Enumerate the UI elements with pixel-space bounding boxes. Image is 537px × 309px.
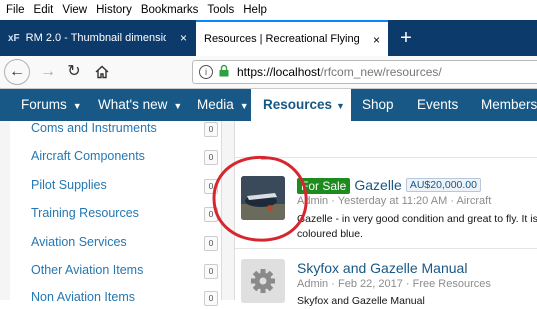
url-bar[interactable]: i https://localhost/rfcom_new/resources/ <box>192 60 537 84</box>
resource-thumbnail[interactable] <box>241 259 285 303</box>
nav-events[interactable]: Events <box>417 89 458 121</box>
menu-tools[interactable]: Tools <box>201 4 237 16</box>
tab-strip: xF RM 2.0 - Thumbnail dimension × Resour… <box>0 20 537 56</box>
nav-label: Members <box>481 97 537 112</box>
site-nav: Forums ▼ What's new ▼ Media ▼ Resources ▼ Sh… <box>0 89 537 121</box>
category-count-badge: 0 <box>204 122 218 137</box>
new-tab-plus-icon[interactable]: + <box>392 24 420 52</box>
category-link[interactable]: Aircraft <box>456 195 491 207</box>
tab-title: RM 2.0 - Thumbnail dimension <box>25 32 166 44</box>
forward-arrow-icon[interactable]: → <box>36 60 60 84</box>
category-count-badge: 0 <box>204 264 218 279</box>
reload-icon[interactable]: ↻ <box>62 60 86 84</box>
nav-label: Forums <box>21 97 67 112</box>
highlight-circle-annotation <box>212 155 308 242</box>
category-aircraft-components[interactable]: Aircraft Components <box>31 149 145 163</box>
menu-view[interactable]: View <box>56 4 90 16</box>
nav-members[interactable]: Members <box>481 89 537 121</box>
category-pilot-supplies[interactable]: Pilot Supplies <box>31 178 107 192</box>
nav-label: Resources <box>263 97 333 112</box>
chevron-down-icon[interactable]: ▼ <box>173 101 182 111</box>
nav-label: Events <box>417 97 459 112</box>
gear-icon <box>241 259 285 303</box>
description-line: coloured blue. <box>297 228 363 240</box>
meta-separator: · <box>331 278 335 290</box>
category-other-aviation-items[interactable]: Other Aviation Items <box>31 263 143 277</box>
nav-forums[interactable]: Forums ▼ <box>0 89 82 121</box>
sidebar: Coms and Instruments 0 Aircraft Componen… <box>0 121 222 306</box>
info-icon[interactable]: i <box>199 65 213 79</box>
menu-file[interactable]: File <box>0 4 28 16</box>
nav-shop[interactable]: Shop <box>362 89 394 121</box>
browser-toolbar: ← → ↻ i https://localhost/rfcom_new/reso… <box>0 56 537 89</box>
category-training-resources[interactable]: Training Resources <box>31 206 139 220</box>
resource-meta: Admin · Yesterday at 11:20 AM · Aircraft <box>297 195 491 207</box>
url-text: https://localhost/rfcom_new/resources/ <box>237 65 442 79</box>
price-badge: AU$20,000.00 <box>405 178 481 192</box>
meta-separator: · <box>331 195 335 207</box>
nav-label: What's new <box>98 97 168 112</box>
menu-edit[interactable]: Edit <box>28 4 57 16</box>
author-link[interactable]: Admin <box>297 278 328 290</box>
resource-title-link[interactable]: Skyfox and Gazelle Manual <box>297 260 467 276</box>
xenforo-icon: xF <box>8 32 20 44</box>
home-icon[interactable] <box>90 60 114 84</box>
chevron-down-icon[interactable]: ▼ <box>73 101 82 111</box>
category-non-aviation-items[interactable]: Non Aviation Items <box>31 290 135 304</box>
category-link[interactable]: Free Resources <box>413 278 491 290</box>
resource-title-link[interactable]: Gazelle <box>354 177 401 193</box>
meta-separator: · <box>405 278 410 290</box>
lock-icon <box>218 64 230 80</box>
tab-title: Resources | Recreational Flying <box>204 33 360 45</box>
post-date[interactable]: Feb 22, 2017 <box>338 278 403 290</box>
nav-label: Shop <box>362 97 394 112</box>
resource-item: Skyfox and Gazelle Manual Admin · Feb 22… <box>235 248 537 307</box>
nav-label: Media <box>197 97 234 112</box>
description-line: Gazelle - in very good condition and gre… <box>297 213 537 225</box>
back-arrow-icon[interactable]: ← <box>4 59 30 85</box>
tab-resources[interactable]: Resources | Recreational Flying × <box>196 20 388 56</box>
meta-separator: · <box>450 195 454 207</box>
menu-help[interactable]: Help <box>237 4 270 16</box>
category-aviation-services[interactable]: Aviation Services <box>31 235 127 249</box>
resource-description: Skyfox and Gazelle Manual <box>297 295 425 307</box>
chevron-down-icon[interactable]: ▼ <box>240 101 249 111</box>
chevron-down-icon[interactable]: ▼ <box>336 101 345 111</box>
resource-title-line: For Sale Gazelle AU$20,000.00 <box>297 177 481 194</box>
close-tab-icon[interactable]: × <box>180 31 187 45</box>
nav-whats-new[interactable]: What's new ▼ <box>98 89 182 121</box>
menu-bar: File Edit View History Bookmarks Tools H… <box>0 0 537 20</box>
tab-rm-thumbnail[interactable]: xF RM 2.0 - Thumbnail dimension × <box>0 20 195 56</box>
resource-description: Gazelle - in very good condition and gre… <box>297 212 537 242</box>
menu-bookmarks[interactable]: Bookmarks <box>135 4 202 16</box>
nav-resources[interactable]: Resources ▼ <box>251 89 351 121</box>
category-coms-instruments[interactable]: Coms and Instruments <box>31 121 157 135</box>
close-tab-icon[interactable]: × <box>373 33 380 47</box>
post-date[interactable]: Yesterday at 11:20 AM <box>338 195 447 207</box>
nav-media[interactable]: Media ▼ <box>197 89 249 121</box>
menu-history[interactable]: History <box>90 4 135 16</box>
category-list: Coms and Instruments 0 Aircraft Componen… <box>10 121 222 306</box>
category-count-badge: 0 <box>204 291 218 306</box>
resource-meta: Admin · Feb 22, 2017 · Free Resources <box>297 278 491 290</box>
